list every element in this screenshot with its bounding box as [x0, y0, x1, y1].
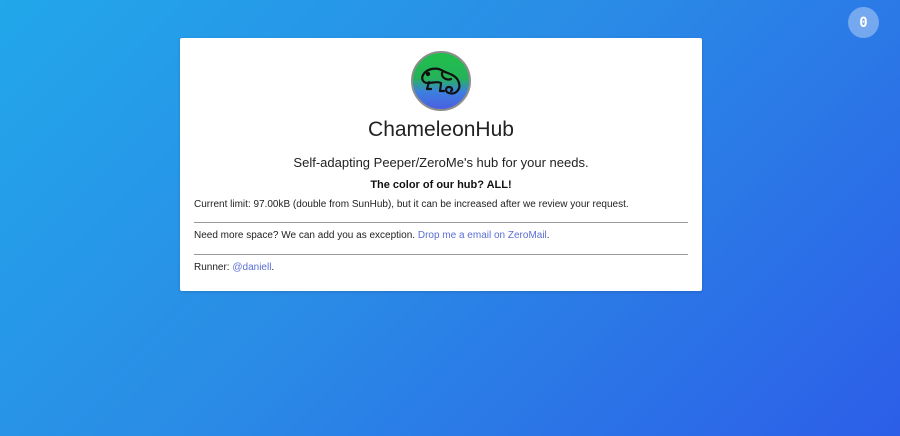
chameleon-icon: [421, 67, 461, 95]
zeromail-link[interactable]: Drop me a email on ZeroMail: [418, 230, 547, 241]
runner-text: Runner: @daniell.: [194, 255, 688, 274]
more-space-suffix: .: [546, 230, 550, 241]
more-space-label: Need more space? We can add you as excep…: [194, 230, 418, 241]
hub-tagline: The color of our hub? ALL!: [370, 179, 512, 191]
more-space-text: Need more space? We can add you as excep…: [194, 223, 688, 255]
hub-subtitle: Self-adapting Peeper/ZeroMe's hub for yo…: [293, 155, 589, 170]
hub-logo: [411, 51, 471, 111]
hub-title: ChameleonHub: [368, 118, 514, 141]
runner-profile-link[interactable]: @daniell: [232, 262, 271, 273]
runner-suffix: .: [271, 262, 275, 273]
runner-label: Runner:: [194, 262, 233, 273]
notification-count-badge[interactable]: 0: [848, 7, 879, 38]
hub-card: ChameleonHub Self-adapting Peeper/ZeroMe…: [180, 38, 702, 291]
storage-limit-text: Current limit: 97.00kB (double from SunH…: [194, 198, 688, 223]
